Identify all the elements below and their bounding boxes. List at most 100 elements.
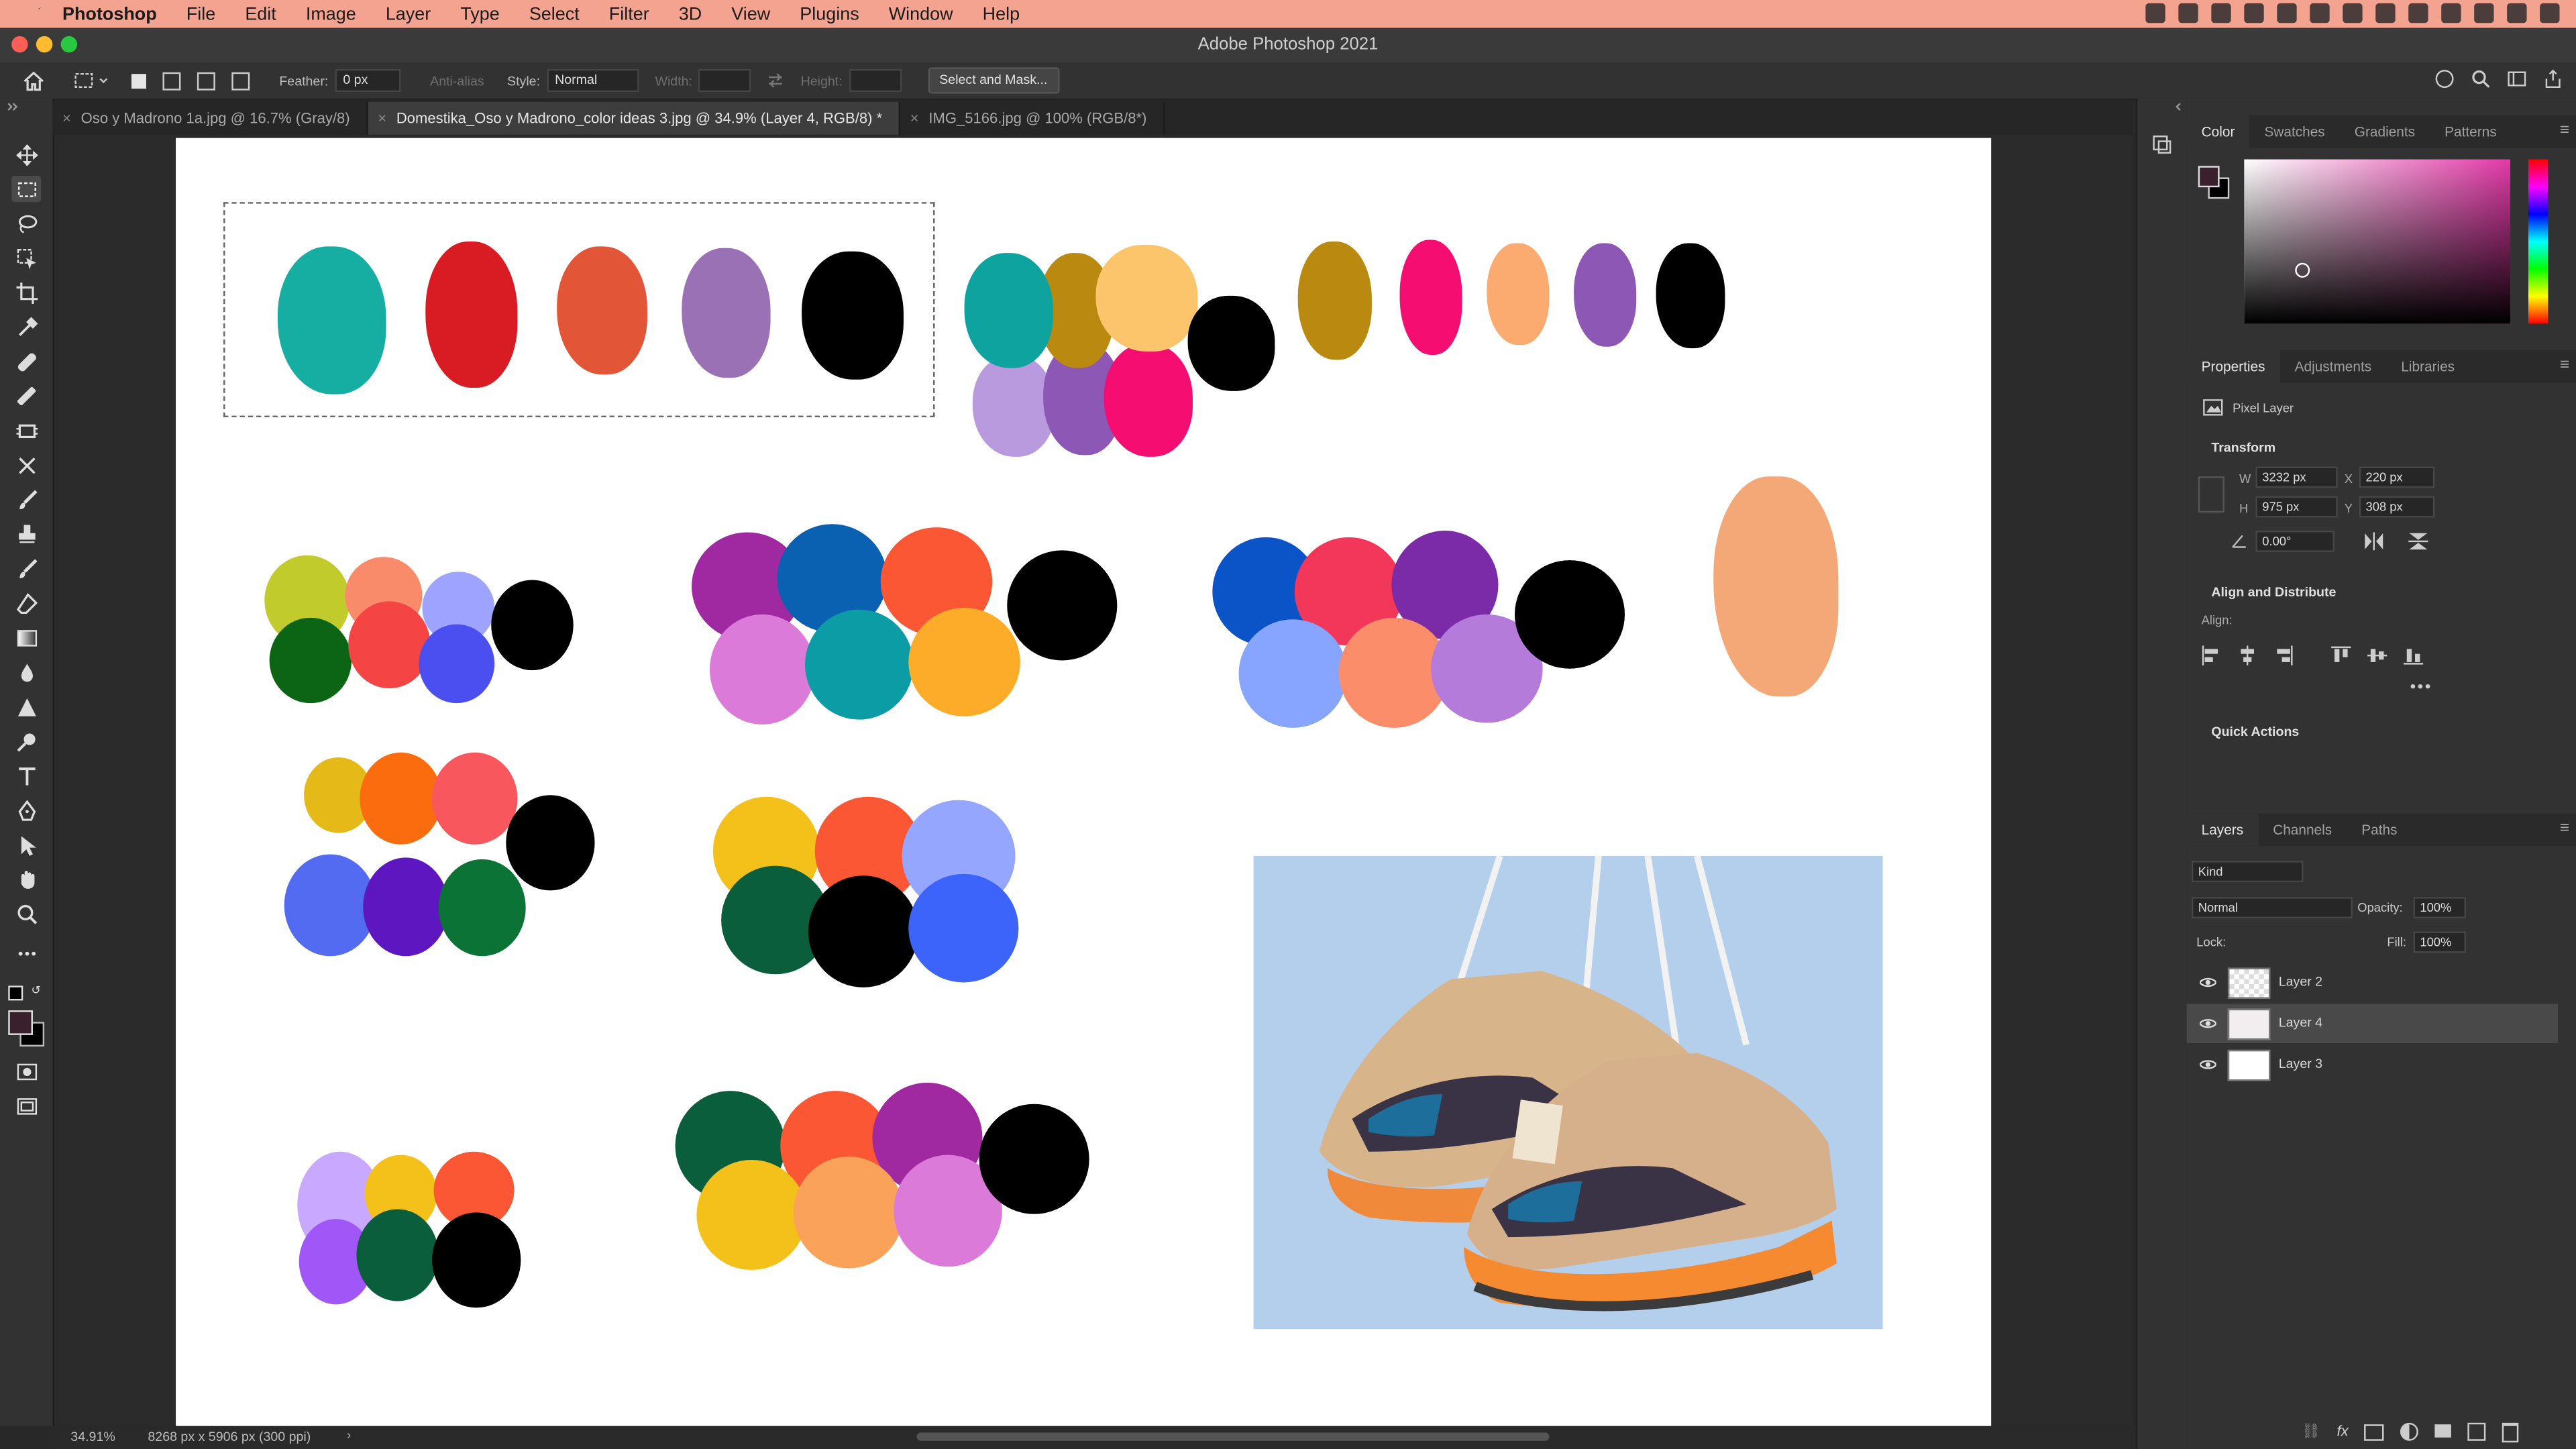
eye-icon[interactable] (2198, 974, 2218, 990)
menu-extra-icon[interactable] (2178, 3, 2198, 23)
path-selection-tool[interactable] (11, 831, 41, 857)
apple-icon[interactable] (23, 3, 46, 25)
width-field[interactable]: 3232 px (2255, 466, 2338, 488)
width-input[interactable] (698, 68, 752, 93)
stamp-tool[interactable] (11, 521, 41, 547)
tab-layers[interactable]: Layers (2186, 813, 2259, 847)
flip-vertical-icon[interactable] (2408, 532, 2428, 550)
collapse-panels-icon[interactable] (2174, 102, 2184, 112)
menu-window[interactable]: Window (889, 4, 953, 23)
new-layer-icon[interactable] (2468, 1422, 2487, 1441)
share-icon[interactable] (2543, 69, 2563, 89)
menu-extra-icon[interactable] (2310, 3, 2330, 23)
crop-tool[interactable] (11, 279, 41, 305)
tab-color[interactable]: Color (2186, 115, 2250, 148)
intersect-selection-icon[interactable] (231, 71, 250, 90)
menu-select[interactable]: Select (529, 4, 580, 23)
align-bottom-icon[interactable] (2403, 645, 2424, 665)
menu-photoshop[interactable]: Photoshop (62, 4, 157, 23)
brush-tool-2[interactable] (11, 383, 41, 409)
panel-menu-icon[interactable]: ≡ (2560, 356, 2569, 374)
tab-paths[interactable]: Paths (2347, 813, 2412, 846)
type-tool[interactable] (11, 762, 41, 788)
menu-help[interactable]: Help (983, 4, 1020, 23)
workspace-icon[interactable] (2507, 69, 2526, 89)
height-input[interactable] (849, 68, 902, 93)
menu-3d[interactable]: 3D (679, 4, 702, 23)
eye-icon[interactable] (2198, 1015, 2218, 1031)
menu-plugins[interactable]: Plugins (800, 4, 859, 23)
align-center-h-icon[interactable] (2238, 645, 2257, 665)
quick-mask-button[interactable] (11, 1058, 41, 1084)
close-icon[interactable]: × (910, 110, 919, 126)
color-fg-swatch[interactable] (2198, 166, 2220, 188)
tab-patterns[interactable]: Patterns (2430, 115, 2512, 148)
blur-tool[interactable] (11, 659, 41, 685)
add-mask-icon[interactable] (2365, 1424, 2385, 1441)
eyedropper-tool[interactable] (11, 314, 41, 340)
panel-menu-icon[interactable]: ≡ (2560, 121, 2569, 140)
zoom-level[interactable]: 34.91% (70, 1430, 115, 1444)
zoom-window-button[interactable] (60, 36, 78, 53)
layer-row-layer-4[interactable]: Layer 4 (2186, 1004, 2559, 1044)
frame-tool[interactable] (11, 417, 41, 443)
tab-gradients[interactable]: Gradients (2340, 115, 2430, 148)
screen-mode-button[interactable] (11, 1093, 41, 1119)
tab-img-5166[interactable]: × IMG_5166.jpg @ 100% (RGB/8*) (900, 101, 1165, 135)
keyboard-flag-icon[interactable] (2441, 3, 2461, 23)
document-canvas[interactable] (176, 138, 1992, 1428)
color-picker-marker[interactable] (2295, 262, 2310, 278)
dodge-burn-tool[interactable] (11, 728, 41, 754)
chevron-right-icon[interactable]: › (347, 1428, 352, 1442)
fill-field[interactable]: 100% (2413, 931, 2466, 953)
layer-name[interactable]: Layer 2 (2279, 974, 2322, 989)
marquee-tool[interactable] (11, 176, 42, 203)
menu-file[interactable]: File (186, 4, 215, 23)
flip-horizontal-icon[interactable] (2364, 532, 2383, 551)
menu-view[interactable]: View (731, 4, 770, 23)
tab-oso-y-madrono[interactable]: × Oso y Madrono 1a.jpg @ 16.7% (Gray/8) (52, 101, 368, 135)
history-icon[interactable] (2151, 133, 2174, 156)
select-and-mask-button[interactable]: Select and Mask... (928, 67, 1059, 94)
tab-properties[interactable]: Properties (2186, 350, 2280, 383)
adjustment-layer-icon[interactable] (2401, 1422, 2420, 1441)
layer-name[interactable]: Layer 4 (2279, 1015, 2322, 1030)
menu-type[interactable]: Type (460, 4, 499, 23)
eye-icon[interactable] (2198, 1057, 2218, 1073)
height-field[interactable]: 975 px (2255, 496, 2338, 518)
new-selection-icon[interactable] (131, 72, 146, 89)
menu-extra-icon[interactable] (2145, 3, 2165, 23)
tab-swatches[interactable]: Swatches (2249, 115, 2339, 148)
home-icon[interactable] (23, 70, 44, 91)
hue-slider[interactable] (2528, 159, 2548, 324)
minimize-window-button[interactable] (36, 36, 53, 53)
align-right-icon[interactable] (2273, 645, 2293, 665)
wifi-icon[interactable] (2408, 3, 2428, 23)
collapse-icon[interactable] (7, 102, 20, 112)
foreground-color-swatch[interactable] (8, 1010, 33, 1035)
layer-kind-filter[interactable]: Kind (2191, 861, 2304, 883)
x-field[interactable]: 220 px (2359, 466, 2435, 488)
more-tools[interactable] (11, 940, 41, 966)
spotlight-search-icon[interactable] (2507, 3, 2527, 23)
marquee-preset-icon[interactable] (74, 70, 93, 90)
close-window-button[interactable] (11, 36, 28, 53)
y-field[interactable]: 308 px (2359, 496, 2435, 518)
align-distribute-header[interactable]: Align and Distribute (2211, 585, 2336, 600)
blend-mode-select[interactable]: Normal (2191, 897, 2353, 918)
align-left-icon[interactable] (2202, 645, 2221, 665)
brush-tool[interactable] (11, 486, 41, 513)
close-icon[interactable]: × (378, 110, 386, 126)
layer-row-layer-2[interactable]: Layer 2 (2187, 963, 2558, 1002)
pen-tool[interactable] (11, 797, 41, 823)
tab-color-ideas[interactable]: × Domestika_Oso y Madrono_color ideas 3.j… (368, 101, 901, 135)
align-top-icon[interactable] (2331, 645, 2351, 665)
subtract-selection-icon[interactable] (197, 71, 215, 90)
fx-icon[interactable]: fx (2337, 1423, 2349, 1442)
layer-row-layer-3[interactable]: Layer 3 (2187, 1045, 2558, 1085)
new-group-icon[interactable] (2435, 1424, 2452, 1438)
menu-extra-icon[interactable] (2277, 3, 2297, 23)
link-dimensions-button[interactable] (2198, 476, 2224, 513)
default-colors-icon[interactable] (8, 985, 23, 1001)
horizontal-scrollbar[interactable] (916, 1432, 1550, 1441)
